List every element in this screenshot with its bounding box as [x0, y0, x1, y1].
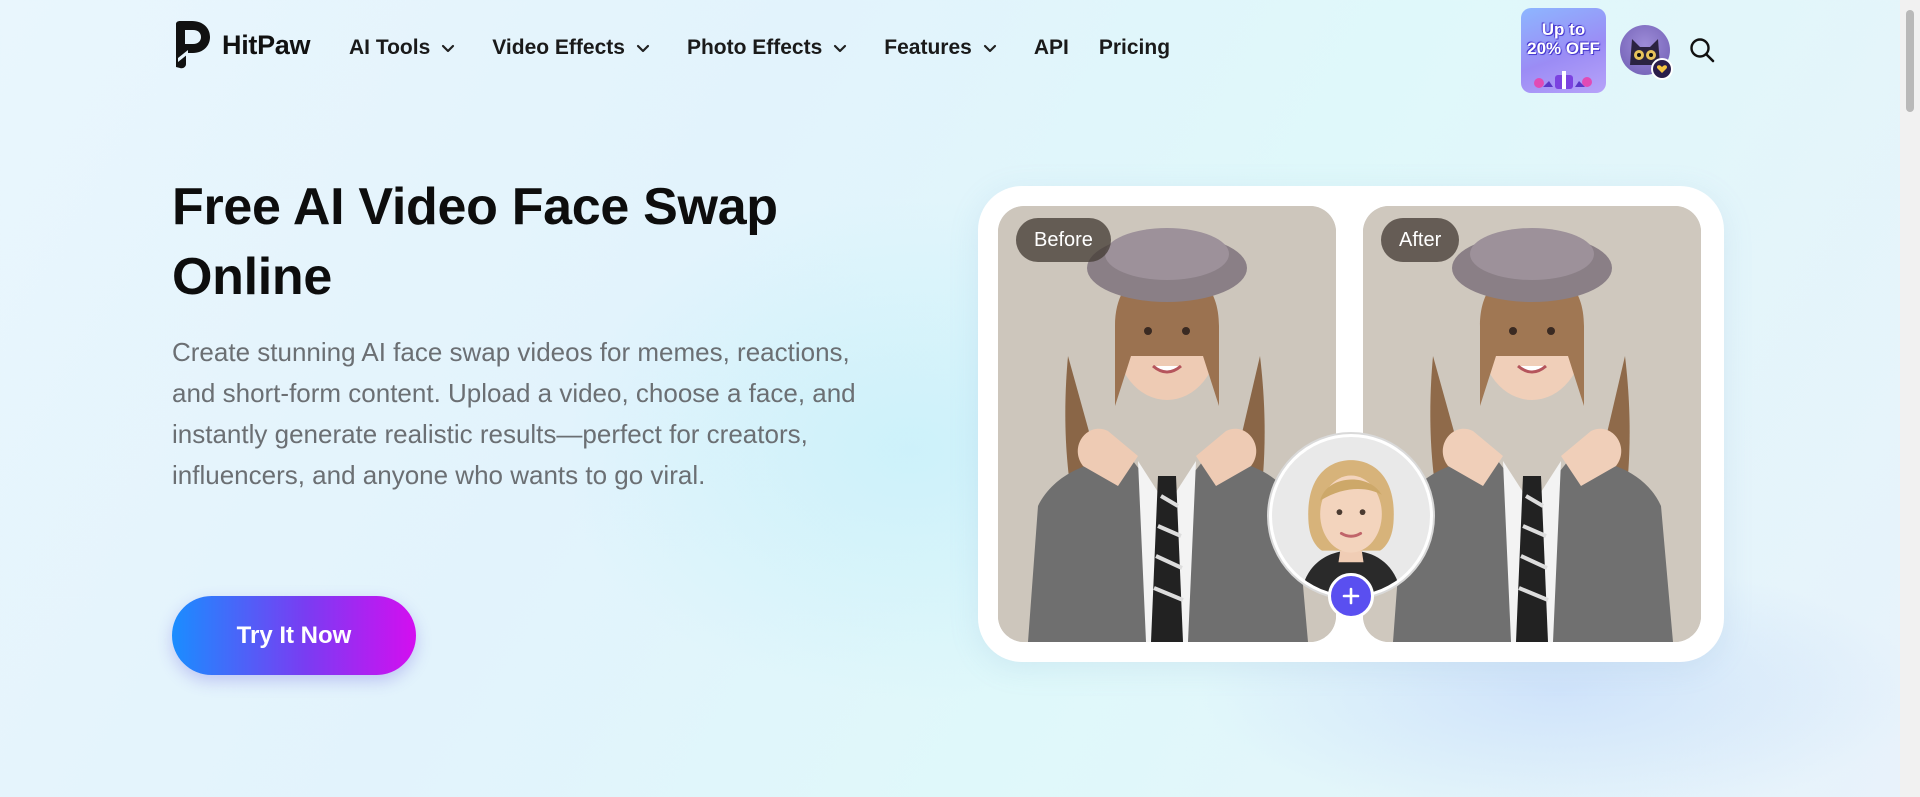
scrollbar-thumb[interactable] — [1906, 10, 1914, 112]
search-icon[interactable] — [1688, 36, 1716, 64]
chevron-down-icon — [636, 44, 650, 53]
nav-item-video-effects[interactable]: Video Effects — [492, 36, 651, 60]
promo-line-1: Up to — [1541, 20, 1586, 39]
before-label: Before — [1016, 218, 1111, 262]
site-header: HitPaw AI Tools Video Effects Photo Effe… — [0, 0, 1900, 100]
after-image — [1363, 206, 1701, 642]
brand-logo[interactable]: HitPaw — [172, 20, 311, 70]
after-panel: After — [1363, 206, 1701, 642]
badge-icon — [1651, 58, 1673, 80]
main-nav: AI Tools Video Effects Photo Effects Fea… — [349, 36, 1200, 60]
add-face-button[interactable] — [1328, 573, 1374, 619]
chevron-down-icon — [983, 44, 996, 53]
chevron-down-icon — [834, 44, 847, 53]
chevron-down-icon — [442, 44, 455, 53]
nav-item-ai-tools[interactable]: AI Tools — [349, 36, 456, 60]
nav-item-label: API — [1033, 36, 1069, 59]
nav-item-label: Video Effects — [492, 36, 625, 59]
hero-description: Create stunning AI face swap videos for … — [172, 337, 856, 490]
nav-item-features[interactable]: Features — [884, 36, 998, 60]
face-image — [1272, 437, 1430, 595]
nav-item-label: Pricing — [1098, 36, 1171, 59]
after-label: After — [1381, 218, 1460, 262]
logo-icon — [176, 21, 210, 69]
plus-icon — [1342, 587, 1360, 605]
nav-item-photo-effects[interactable]: Photo Effects — [687, 36, 848, 60]
scrollbar[interactable] — [1900, 0, 1920, 797]
nav-item-label: Features — [884, 36, 972, 59]
page-title: Free AI Video Face Swap Online — [172, 178, 778, 306]
try-it-now-button[interactable]: Try It Now — [172, 596, 416, 675]
nav-item-label: Photo Effects — [686, 36, 823, 59]
brand-name: HitPaw — [222, 29, 311, 60]
before-image — [998, 206, 1336, 642]
nav-item-pricing[interactable]: Pricing — [1099, 36, 1170, 60]
before-panel: Before — [998, 206, 1336, 642]
promo-banner[interactable]: Up to 20% OFF — [1521, 8, 1606, 93]
promo-line-2: 20% OFF — [1527, 39, 1600, 58]
nav-item-api[interactable]: API — [1034, 36, 1069, 60]
nav-item-label: AI Tools — [349, 36, 431, 59]
gift-icon — [1534, 71, 1592, 89]
